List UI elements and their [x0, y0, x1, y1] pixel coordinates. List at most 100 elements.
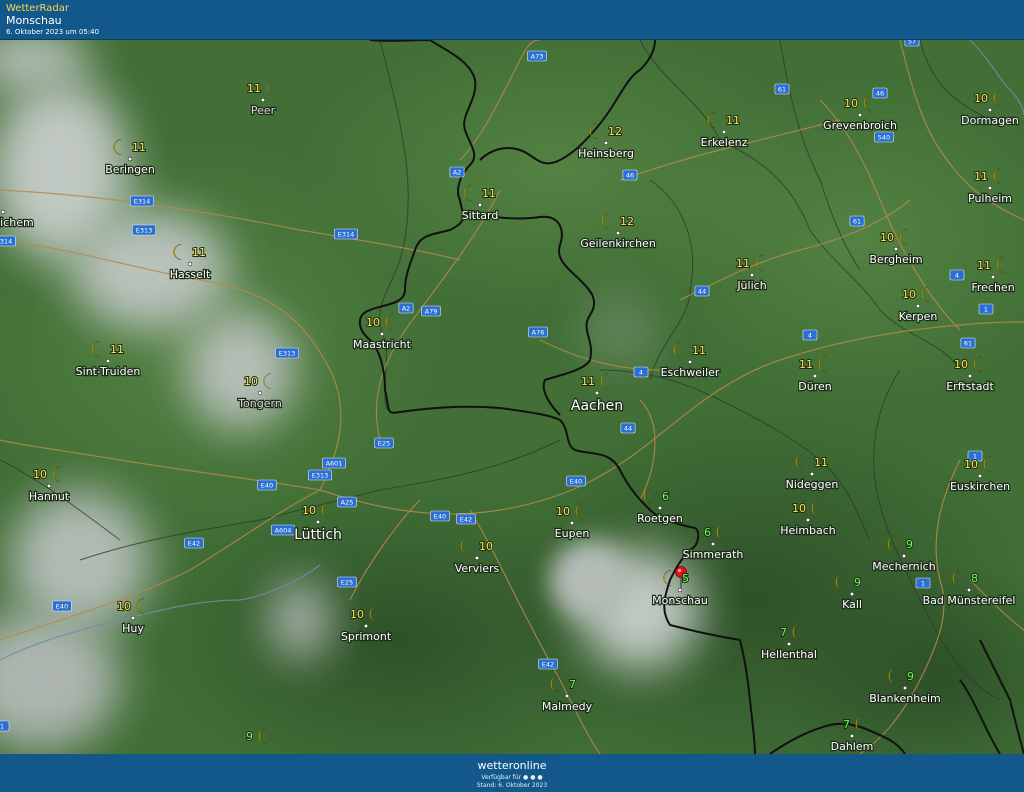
temperature: 10 [244, 375, 258, 388]
road-shield-label: A25 [341, 498, 354, 506]
road-shield-label: 314 [0, 237, 12, 245]
temperature: 10 [33, 468, 47, 481]
temperature: 10 [117, 600, 131, 613]
road-shield: E313 [132, 224, 157, 236]
temperature: 11 [799, 358, 813, 371]
road-shield-label: E313 [136, 226, 153, 234]
road-shield: 46 [872, 87, 888, 99]
road-shield: 1 [915, 577, 931, 589]
road-shield-label: A79 [425, 307, 438, 315]
city-name: Mechernich [872, 560, 935, 573]
city-dot [977, 473, 983, 479]
road-shield-label: A604 [275, 526, 292, 534]
road-shield-label: E42 [188, 539, 200, 547]
city-name: Dormagen [961, 114, 1019, 127]
road-shield-label: 44 [624, 424, 632, 432]
road-shield: E40 [566, 475, 586, 487]
android-icon: ● [530, 774, 536, 781]
temperature: 11 [974, 170, 988, 183]
road-shield-label: E314 [338, 230, 355, 238]
city-dot [966, 587, 972, 593]
road-shield: 540 [874, 131, 894, 143]
city-name: Erkelenz [701, 136, 748, 149]
city-name: Huy [122, 622, 144, 635]
city-dot [379, 331, 385, 337]
road-shield: A76 [528, 326, 548, 338]
temperature: 10 [844, 97, 858, 110]
city-name: Bergheim [869, 253, 922, 266]
road-shield-label: E25 [378, 439, 390, 447]
temperature: 11 [726, 114, 740, 127]
city-name: Düren [798, 380, 831, 393]
temperature: 9 [854, 576, 861, 589]
temperature: 11 [814, 456, 828, 469]
road-shield: E25 [374, 437, 394, 449]
city-dot [677, 587, 683, 593]
road-shield-label: 61 [778, 85, 786, 93]
temperature: 11 [692, 344, 706, 357]
city-dot [315, 519, 321, 525]
road-shield: 4 [633, 366, 649, 378]
temperature: 10 [974, 92, 988, 105]
road-shield: 4 [802, 329, 818, 341]
timestamp: 6. Oktober 2023 um 05:40 [6, 28, 100, 36]
road-shield-label: 57 [908, 40, 916, 45]
road-shield: A604 [270, 524, 295, 536]
weather-map[interactable]: A73 A2 E314 E313 E314 A2 A79 A76 E313 E25 A601 E313… [0, 40, 1024, 754]
city-name: Lüttich [294, 527, 342, 543]
road-shield-label: E40 [56, 602, 68, 610]
road-shield-label: 1 [984, 305, 988, 313]
temperature: 12 [608, 125, 622, 138]
location-title[interactable]: Monschau [6, 14, 62, 27]
city-name: Hasselt [170, 268, 211, 281]
road-shield-label: A2 [453, 168, 462, 176]
road-shield-label: 61 [853, 217, 861, 225]
road-shield: A73 [527, 50, 547, 62]
web-icon: ● [537, 774, 543, 781]
temperature: 10 [902, 288, 916, 301]
city-dot [260, 97, 266, 103]
city-dot [564, 693, 570, 699]
map-canvas[interactable]: A73 A2 E314 E313 E314 A2 A79 A76 E313 E25 A601 E313… [0, 40, 1024, 754]
road-shield-label: 46 [876, 89, 884, 97]
city-dot [786, 641, 792, 647]
city-name: Blankenheim [869, 692, 941, 705]
city-name: vel-Zichem [0, 216, 34, 229]
city-dot [902, 685, 908, 691]
temperature: 10 [350, 608, 364, 621]
city-name: Kerpen [899, 310, 938, 323]
road-shield: 61 [774, 83, 790, 95]
city-dot [603, 140, 609, 146]
road-shield-label: A73 [531, 52, 544, 60]
city-dot [987, 107, 993, 113]
road-shield: E40 [52, 600, 72, 612]
temperature: 10 [954, 358, 968, 371]
city-name: Heimbach [780, 524, 836, 537]
city-dot [477, 202, 483, 208]
road-shield-label: E313 [279, 349, 296, 357]
city-name: Pulheim [968, 192, 1012, 205]
temperature: 9 [906, 538, 913, 551]
city-name: Sprimont [341, 630, 392, 643]
city-dot [594, 390, 600, 396]
temperature: 11 [581, 375, 595, 388]
road-shield: A601 [321, 457, 346, 469]
city-name: Dahlem [831, 740, 874, 753]
road-shield: 57 [904, 40, 920, 47]
temperature: 7 [780, 626, 787, 639]
city-dot [687, 359, 693, 365]
city-dot [105, 358, 111, 364]
city-name: Sint-Truiden [76, 365, 141, 378]
temperature: 10 [964, 458, 978, 471]
temperature: 6 [662, 490, 669, 503]
city-dot [0, 209, 6, 215]
city-name: Eupen [555, 527, 590, 540]
city-name: Sittard [462, 209, 499, 222]
road-shield-label: 4 [955, 271, 959, 279]
brand-logo[interactable]: wetteronline [0, 759, 1024, 772]
road-shield: A2 [398, 302, 414, 314]
temperature: 12 [620, 215, 634, 228]
city-name: Maastricht [353, 338, 412, 351]
city-dot [46, 483, 52, 489]
temperature: 10 [366, 316, 380, 329]
